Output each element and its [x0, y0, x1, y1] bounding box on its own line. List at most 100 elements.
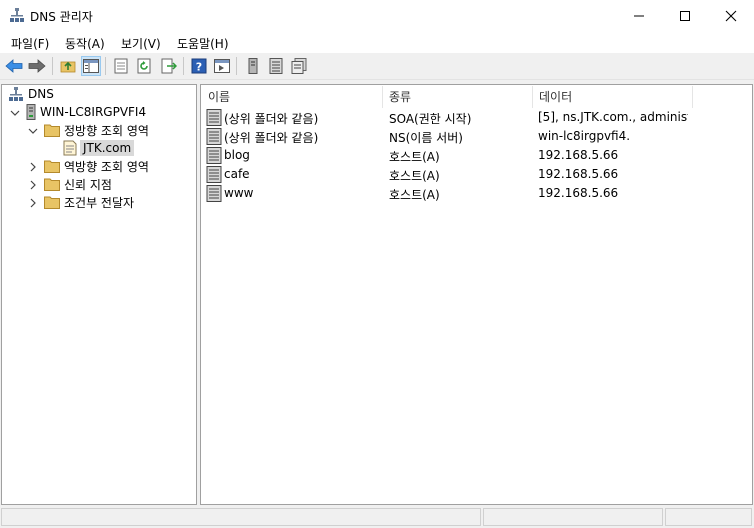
record-data: 192.168.5.66 [538, 167, 619, 181]
record-type: 호스트(A) [389, 150, 440, 164]
help-button[interactable]: ? [189, 56, 209, 76]
show-hide-tree-button[interactable] [81, 56, 101, 76]
record-name: cafe [224, 167, 250, 181]
dns-app-icon [9, 7, 25, 23]
record-icon [206, 109, 222, 126]
record-type: 호스트(A) [389, 169, 440, 183]
menu-view[interactable]: 보기(V) [121, 35, 161, 52]
server-icon [248, 58, 258, 74]
close-button[interactable] [708, 0, 754, 31]
title-bar: DNS 관리자 [0, 0, 754, 31]
record-type: NS(이름 서버) [389, 131, 463, 145]
up-folder-icon [60, 61, 76, 73]
record-icon [206, 147, 222, 164]
refresh-icon [137, 58, 151, 74]
update-server-button[interactable] [243, 56, 263, 76]
menu-action[interactable]: 동작(A) [65, 35, 105, 52]
properties-icon [114, 58, 128, 74]
folder-icon [44, 160, 60, 173]
up-one-level-button[interactable] [58, 56, 78, 76]
tree-item-reverse-lookup-zones[interactable]: 역방향 조회 영역 [44, 157, 149, 175]
folder-icon [44, 178, 60, 191]
table-row[interactable]: (상위 폴더와 같음) NS(이름 서버) win-lc8irgpvfi4. [205, 127, 750, 146]
record-icon [206, 185, 222, 202]
chevron-right-icon[interactable] [28, 180, 38, 190]
table-row[interactable]: (상위 폴더와 같음) SOA(권한 시작) [5], ns.JTK.com.,… [205, 108, 750, 127]
menu-help[interactable]: 도움말(H) [177, 35, 229, 52]
folder-icon [44, 124, 60, 137]
chevron-down-icon[interactable] [28, 126, 38, 136]
window-title: DNS 관리자 [30, 10, 93, 24]
status-segment [665, 508, 752, 526]
chevron-right-icon[interactable] [28, 198, 38, 208]
zone-icon [63, 140, 77, 156]
column-header-type[interactable]: 종류 [383, 86, 533, 108]
record-data: 192.168.5.66 [538, 148, 619, 162]
chevron-down-icon[interactable] [10, 108, 20, 118]
maximize-icon [680, 10, 690, 21]
action-pane-button[interactable] [212, 56, 232, 76]
record-name: www [224, 186, 254, 200]
record-list: 이름 종류 데이터 (상위 폴더와 같음) SOA(권한 시작) [5], ns… [200, 84, 753, 505]
column-header-data[interactable]: 데이터 [533, 86, 693, 108]
minimize-button[interactable] [616, 0, 662, 31]
properties-button[interactable] [111, 56, 131, 76]
record-name: (상위 폴더와 같음) [224, 112, 319, 126]
record-list-button[interactable] [266, 56, 286, 76]
toolbar-separator [52, 57, 53, 75]
tree-item-server[interactable]: WIN-LC8IRGPVFI4 [26, 103, 146, 121]
record-data: [5], ns.JTK.com., administ… [538, 110, 688, 124]
tree-item-label: DNS [28, 87, 54, 101]
status-bar [0, 506, 754, 528]
close-icon [725, 10, 737, 21]
record-data: win-lc8irgpvfi4. [538, 129, 631, 143]
table-row[interactable]: cafe 호스트(A) 192.168.5.66 [205, 165, 750, 184]
menu-file[interactable]: 파일(F) [11, 35, 49, 52]
status-segment [1, 508, 481, 526]
tree-item-zone-jtk[interactable]: JTK.com [62, 139, 135, 157]
console-tree: DNS WIN-LC8IRGPVFI4 정방향 조회 영역 JTK.com 역방… [1, 84, 197, 505]
action-pane-icon [214, 59, 230, 73]
server-icon [26, 104, 36, 120]
chevron-right-icon[interactable] [28, 162, 38, 172]
tree-item-label: 조건부 전달자 [64, 195, 135, 210]
tree-item-label: 역방향 조회 영역 [64, 159, 149, 174]
tree-item-dns[interactable]: DNS [8, 85, 54, 103]
export-list-button[interactable] [159, 56, 179, 76]
record-name: (상위 폴더와 같음) [224, 131, 319, 145]
record-icon [269, 58, 283, 74]
tree-item-conditional-forwarders[interactable]: 조건부 전달자 [44, 193, 134, 211]
forward-icon [28, 59, 46, 73]
table-row[interactable]: www 호스트(A) 192.168.5.66 [205, 184, 750, 203]
column-header-name[interactable]: 이름 [202, 86, 383, 108]
table-row[interactable]: blog 호스트(A) 192.168.5.66 [205, 146, 750, 165]
record-name: blog [224, 148, 250, 162]
tree-item-trust-points[interactable]: 신뢰 지점 [44, 175, 112, 193]
record-type: 호스트(A) [389, 188, 440, 202]
record-data: 192.168.5.66 [538, 186, 619, 200]
export-icon [161, 58, 177, 74]
tree-item-forward-lookup-zones[interactable]: 정방향 조회 영역 [44, 121, 149, 139]
dns-icon [9, 87, 23, 101]
record-icon [206, 128, 222, 145]
record-type: SOA(권한 시작) [389, 112, 472, 126]
help-icon: ? [191, 58, 207, 74]
toolbar-separator [183, 57, 184, 75]
toolbar-separator [105, 57, 106, 75]
forward-button[interactable] [27, 56, 47, 76]
svg-text:?: ? [196, 61, 202, 74]
toolbar-separator [236, 57, 237, 75]
minimize-icon [634, 15, 644, 16]
maximize-button[interactable] [662, 0, 708, 31]
tree-item-label: 신뢰 지점 [64, 177, 112, 192]
back-button[interactable] [4, 56, 24, 76]
tree-item-label: WIN-LC8IRGPVFI4 [40, 105, 147, 119]
copy-icon [291, 58, 307, 74]
tree-item-label: JTK.com [80, 140, 135, 156]
tree-item-label: 정방향 조회 영역 [64, 123, 149, 138]
show-tree-icon [83, 59, 99, 73]
toolbar: ? [0, 53, 754, 80]
refresh-button[interactable] [135, 56, 155, 76]
copy-records-button[interactable] [289, 56, 309, 76]
record-icon [206, 166, 222, 183]
